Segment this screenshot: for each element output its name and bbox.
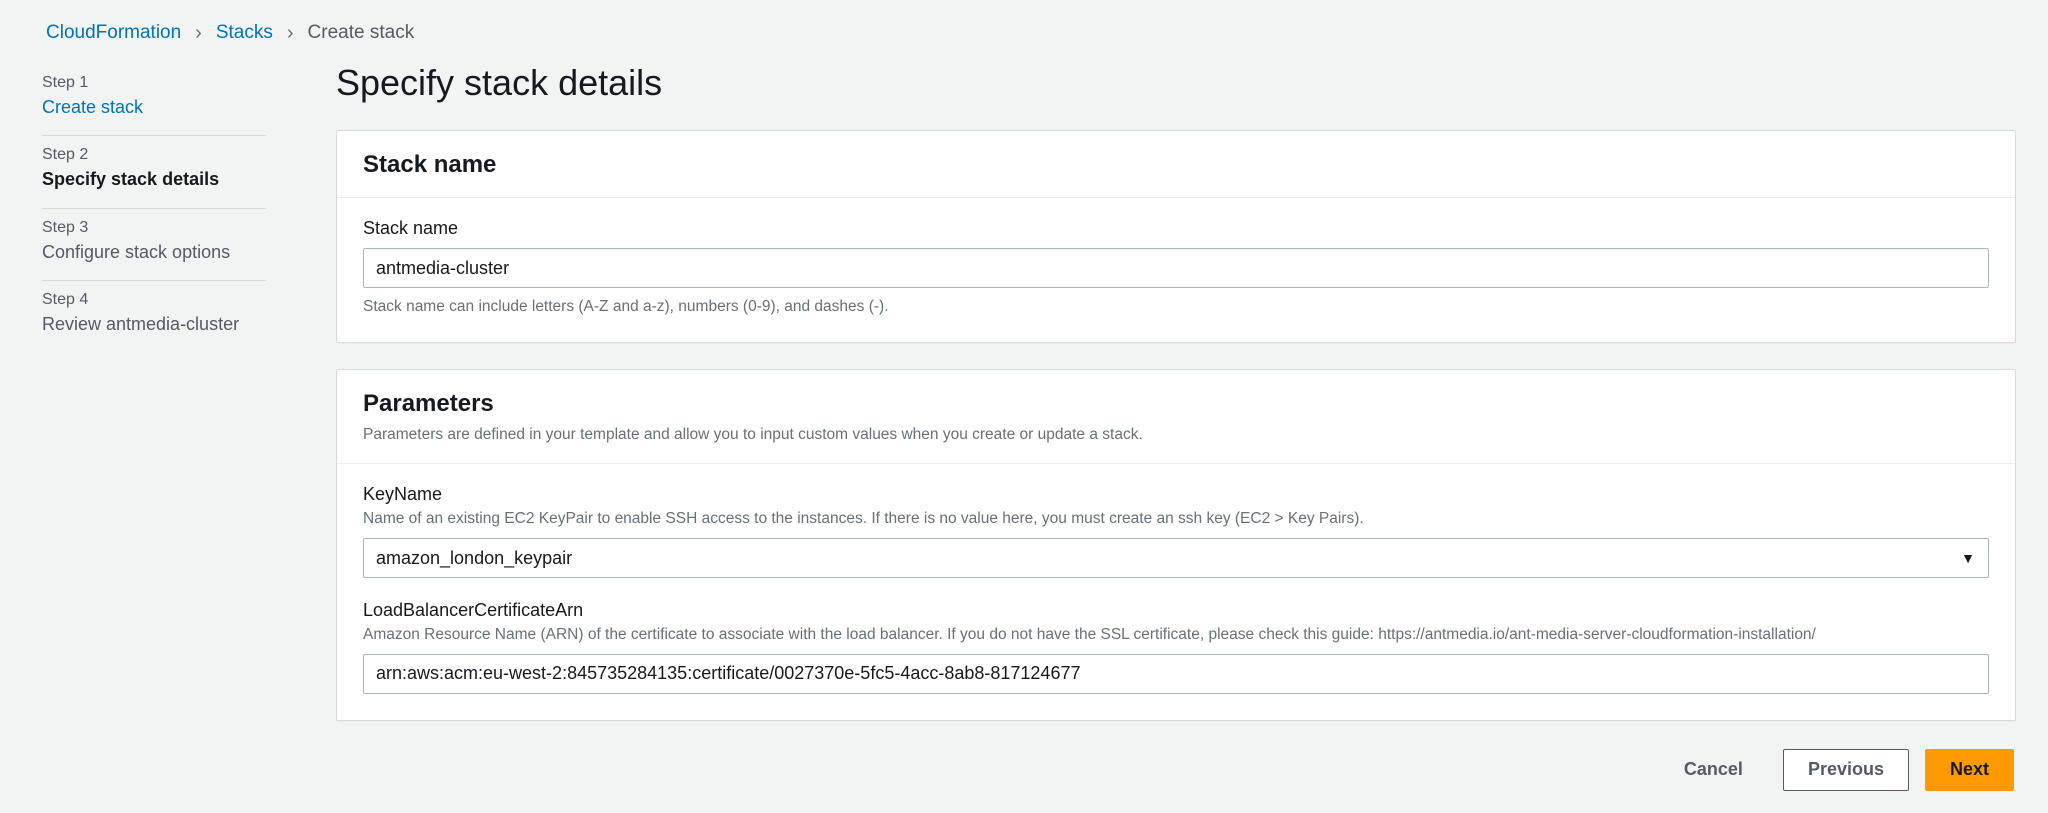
- previous-button[interactable]: Previous: [1783, 749, 1909, 791]
- wizard-step-label: Review antmedia-cluster: [42, 313, 266, 336]
- panel-description: Parameters are defined in your template …: [363, 424, 1989, 446]
- stack-name-panel: Stack name Stack name Stack name can inc…: [336, 130, 2016, 343]
- next-button[interactable]: Next: [1925, 749, 2014, 791]
- lb-cert-arn-field: LoadBalancerCertificateArn Amazon Resour…: [363, 600, 1989, 694]
- wizard-step-label: Create stack: [42, 96, 266, 119]
- field-constraint: Stack name can include letters (A-Z and …: [363, 296, 1989, 318]
- field-label: LoadBalancerCertificateArn: [363, 600, 1989, 621]
- wizard-step-number: Step 1: [42, 74, 266, 92]
- wizard-step-3: Step 3 Configure stack options: [42, 209, 266, 281]
- field-help: Name of an existing EC2 KeyPair to enabl…: [363, 508, 1989, 530]
- panel-title: Stack name: [363, 151, 1989, 179]
- wizard-step-number: Step 3: [42, 219, 266, 237]
- breadcrumb-cloudformation[interactable]: CloudFormation: [46, 22, 181, 44]
- lb-cert-arn-input[interactable]: [363, 654, 1989, 694]
- wizard-step-label: Configure stack options: [42, 241, 266, 264]
- wizard-steps: Step 1 Create stack Step 2 Specify stack…: [42, 62, 266, 791]
- cancel-button[interactable]: Cancel: [1660, 749, 1767, 791]
- breadcrumb: CloudFormation › Stacks › Create stack: [42, 22, 2016, 44]
- stack-name-input[interactable]: [363, 248, 1989, 288]
- keyname-select[interactable]: [363, 538, 1989, 578]
- panel-header: Parameters Parameters are defined in you…: [337, 370, 2015, 465]
- field-label: KeyName: [363, 484, 1989, 505]
- wizard-step-label: Specify stack details: [42, 168, 266, 191]
- parameters-panel: Parameters Parameters are defined in you…: [336, 369, 2016, 721]
- stack-name-field: Stack name Stack name can include letter…: [363, 218, 1989, 318]
- breadcrumb-stacks[interactable]: Stacks: [216, 22, 273, 44]
- field-help: Amazon Resource Name (ARN) of the certif…: [363, 624, 1989, 646]
- wizard-step-number: Step 4: [42, 291, 266, 309]
- keyname-field: KeyName Name of an existing EC2 KeyPair …: [363, 484, 1989, 578]
- chevron-right-icon: ›: [287, 23, 294, 43]
- panel-header: Stack name: [337, 131, 2015, 198]
- wizard-step-1[interactable]: Step 1 Create stack: [42, 64, 266, 136]
- chevron-right-icon: ›: [195, 23, 202, 43]
- main-content: Specify stack details Stack name Stack n…: [336, 62, 2016, 791]
- wizard-step-2: Step 2 Specify stack details: [42, 136, 266, 208]
- breadcrumb-current: Create stack: [308, 22, 415, 44]
- panel-title: Parameters: [363, 390, 1989, 418]
- page-title: Specify stack details: [336, 62, 2016, 104]
- wizard-footer: Cancel Previous Next: [336, 747, 2016, 791]
- wizard-step-4: Step 4 Review antmedia-cluster: [42, 281, 266, 352]
- wizard-step-number: Step 2: [42, 146, 266, 164]
- field-label: Stack name: [363, 218, 1989, 239]
